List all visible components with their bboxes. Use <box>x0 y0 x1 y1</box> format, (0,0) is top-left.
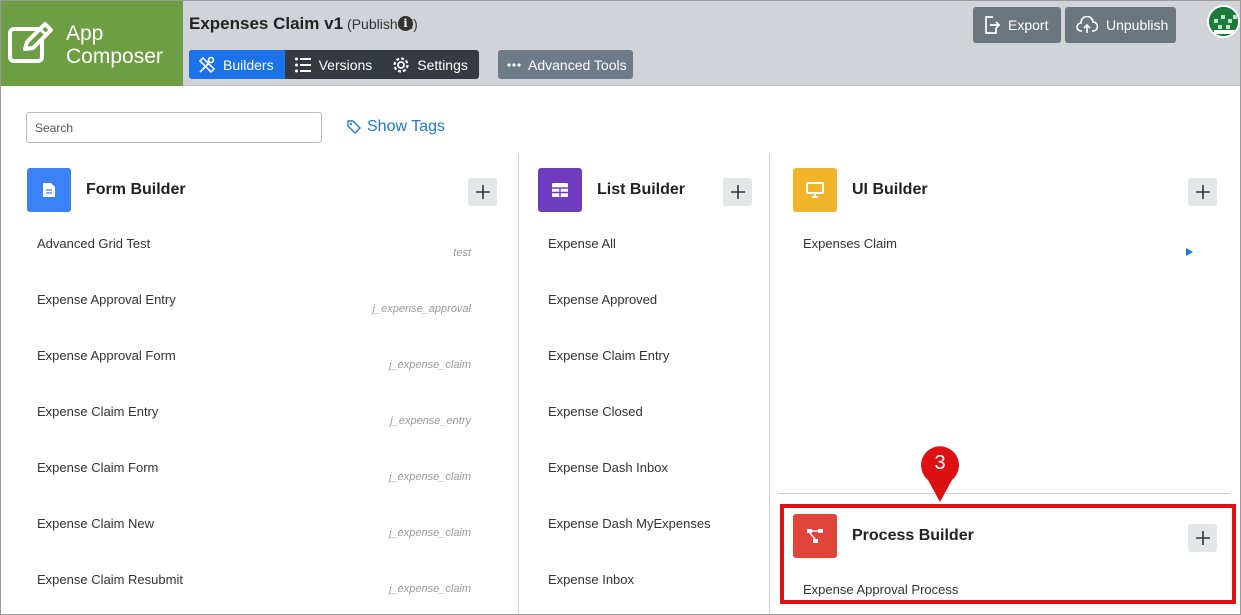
form-item[interactable]: Expense Claim New <box>37 516 154 531</box>
add-ui-button[interactable] <box>1188 178 1217 206</box>
top-header: App Composer Expenses Claim v1 (Published… <box>1 1 1240 86</box>
export-label: Export <box>1008 17 1049 33</box>
export-button[interactable]: Export <box>973 7 1061 43</box>
form-document-icon <box>27 168 71 212</box>
brand-line2: Composer <box>66 45 163 68</box>
app-window: App Composer Expenses Claim v1 (Published… <box>0 0 1241 615</box>
advanced-tools-label: Advanced Tools <box>528 56 627 73</box>
app-title: Expenses Claim v1 (Published) <box>189 14 418 34</box>
step-callout: 3 <box>919 444 961 504</box>
form-item[interactable]: Expense Claim Entry <box>37 404 158 419</box>
ui-item[interactable]: Expenses Claim <box>803 236 897 251</box>
tab-settings-label: Settings <box>417 56 468 73</box>
list-item[interactable]: Expense All <box>548 236 616 251</box>
list-item[interactable]: Expense Approved <box>548 292 657 307</box>
tab-settings[interactable]: Settings <box>383 50 479 79</box>
cloud-upload-icon <box>1076 16 1098 33</box>
dots-icon <box>507 62 521 67</box>
form-builder-header: Form Builder <box>27 168 186 212</box>
column-divider <box>769 153 770 614</box>
show-tags-link[interactable]: Show Tags <box>347 118 445 136</box>
column-divider <box>518 153 519 614</box>
unpublish-button[interactable]: Unpublish <box>1065 7 1176 43</box>
avatar[interactable] <box>1207 5 1240 38</box>
tools-icon <box>198 56 216 73</box>
section-divider <box>778 493 1230 494</box>
form-item-tag: j_expense_entry <box>390 415 471 427</box>
play-icon[interactable] <box>1185 247 1194 257</box>
export-icon <box>985 16 1000 34</box>
list-icon <box>294 57 311 72</box>
form-item[interactable]: Expense Claim Resubmit <box>37 572 183 587</box>
add-form-button[interactable] <box>468 178 497 206</box>
ui-builder-header: UI Builder <box>793 168 928 212</box>
form-item-tag: j_expense_claim <box>389 471 471 483</box>
builder-tabs: Builders Versions Settings <box>189 50 479 79</box>
avatar-icon <box>1209 7 1238 36</box>
plus-icon <box>1195 185 1210 199</box>
list-item[interactable]: Expense Claim Entry <box>548 348 669 363</box>
tab-builders-label: Builders <box>223 56 274 73</box>
brand-line1: App <box>66 22 104 45</box>
list-builder-title: List Builder <box>597 181 686 198</box>
ui-builder-title: UI Builder <box>852 181 928 198</box>
info-icon[interactable]: i <box>398 16 413 31</box>
form-item[interactable]: Expense Approval Form <box>37 348 176 363</box>
monitor-icon <box>793 168 837 212</box>
plus-icon <box>730 185 745 199</box>
form-item[interactable]: Expense Approval Entry <box>37 292 176 307</box>
form-item[interactable]: Advanced Grid Test <box>37 236 150 251</box>
list-item[interactable]: Expense Dash Inbox <box>548 460 668 475</box>
edit-square-icon <box>8 22 53 63</box>
unpublish-label: Unpublish <box>1106 17 1169 33</box>
show-tags-label: Show Tags <box>367 118 445 135</box>
form-builder-title: Form Builder <box>86 181 186 198</box>
tab-versions-label: Versions <box>318 56 373 73</box>
tab-versions[interactable]: Versions <box>285 50 384 79</box>
plus-icon <box>475 185 490 199</box>
callout-number: 3 <box>934 452 946 474</box>
highlight-box <box>780 504 1236 604</box>
tag-icon <box>347 120 361 134</box>
brand-name: App Composer <box>66 22 163 68</box>
form-item-tag: j_expense_claim <box>389 527 471 539</box>
form-item-tag: j_expense_claim <box>389 359 471 371</box>
form-item[interactable]: Expense Claim Form <box>37 460 158 475</box>
list-item[interactable]: Expense Dash MyExpenses <box>548 516 711 531</box>
add-list-button[interactable] <box>723 178 752 206</box>
form-item-tag: test <box>453 247 471 259</box>
form-item-tag: j_expense_claim <box>389 583 471 595</box>
gear-icon <box>393 56 409 73</box>
search-input[interactable] <box>26 112 322 143</box>
list-item[interactable]: Expense Inbox <box>548 572 634 587</box>
app-title-text: Expenses Claim v1 <box>189 14 344 33</box>
list-item[interactable]: Expense Closed <box>548 404 643 419</box>
table-icon <box>538 168 582 212</box>
brand[interactable]: App Composer <box>1 1 183 86</box>
list-builder-header: List Builder <box>538 168 685 212</box>
advanced-tools-button[interactable]: Advanced Tools <box>498 50 633 79</box>
form-item-tag: j_expense_approval <box>372 303 471 315</box>
tab-builders[interactable]: Builders <box>189 50 285 79</box>
